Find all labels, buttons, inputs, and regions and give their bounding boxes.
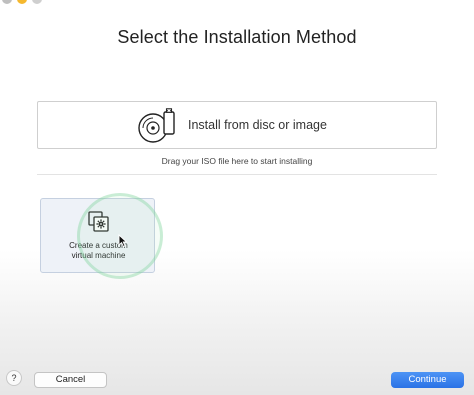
page-title: Select the Installation Method	[117, 27, 357, 47]
disc-usb-icon	[138, 108, 175, 143]
close-window-button[interactable]	[2, 0, 12, 4]
install-from-disc-option[interactable]: Install from disc or image	[37, 101, 437, 149]
install-from-disc-label: Install from disc or image	[188, 118, 327, 132]
create-custom-vm-label-line1: Create a custom	[69, 241, 128, 250]
create-custom-vm-option[interactable]: Create a custom virtual machine	[40, 198, 155, 273]
help-button[interactable]: ?	[6, 370, 22, 386]
minimize-window-button[interactable]	[17, 0, 27, 4]
custom-vm-icon	[88, 211, 109, 232]
drag-iso-hint: Drag your ISO file here to start install…	[161, 156, 313, 166]
mouse-cursor-icon	[118, 234, 128, 248]
zoom-window-button[interactable]	[32, 0, 42, 4]
continue-button[interactable]: Continue	[391, 372, 464, 388]
cancel-button[interactable]: Cancel	[34, 372, 107, 388]
create-custom-vm-label-line2: virtual machine	[71, 251, 126, 260]
create-custom-vm-label: Create a custom virtual machine	[41, 241, 156, 261]
section-divider	[37, 174, 437, 175]
